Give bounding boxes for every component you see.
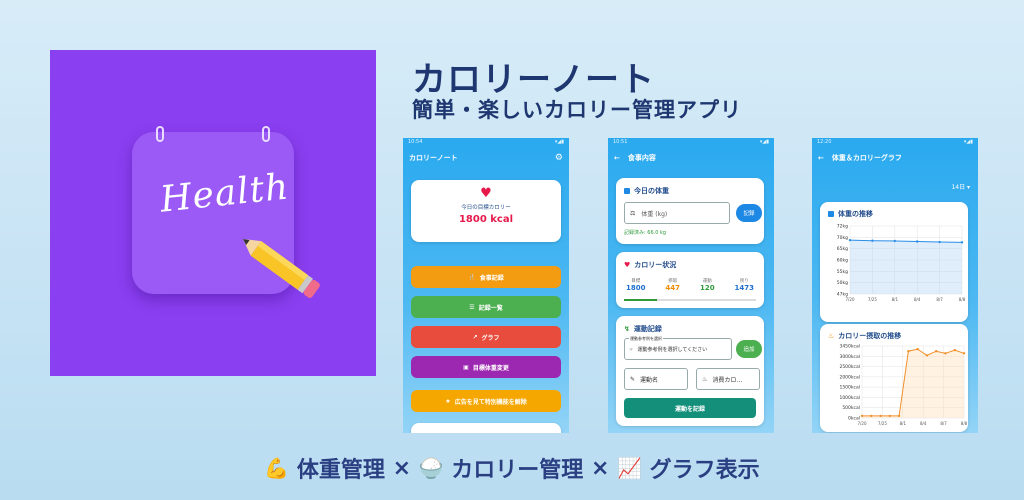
y-tick-label: 500kcal [842,405,860,411]
x-tick-label: 8/4 [914,297,921,302]
weight-chart-card: 体重の推移 72kg 70kg 65kg 60kg 55kg 50kg 47kg 7/20 7/… [820,202,968,322]
y-tick-label: 1000kcal [839,395,860,401]
muscle-icon: 💪 [264,456,290,480]
y-tick-label: 3450kcal [839,344,860,350]
data-point [925,354,929,357]
calorie-chart-card: ♨ カロリー摂取の推移 3450kcal 3000kcal 2500kcal 2000k… [820,324,968,432]
weight-chart: 72kg70kg65kg60kg55kg50kg47kg7/20 7/25 8/1 8… [837,224,966,303]
chart-icon: 📈 [617,456,642,480]
target-weight-button[interactable]: ▣ 目標体重変更 [411,356,561,378]
calorie-progress-bar [624,299,657,301]
fork-icon: 🍴 [468,273,476,281]
data-point [953,348,956,352]
feature-line: 💪 体重管理 × 🍚 カロリー管理 × 📈 グラフ表示 [264,455,760,484]
app-subtitle: 簡単・楽しいカロリー管理アプリ [412,98,742,122]
data-point [907,350,910,353]
data-point [879,414,882,418]
fire-icon: ♨ [702,375,708,383]
pencil-icon: ✎ [630,375,636,383]
y-tick-label: 70kg [837,235,848,241]
data-point [871,239,874,242]
y-tick-label: 65kg [837,246,848,252]
y-tick-label: 72kg [837,224,848,230]
home-title: カロリーノート [409,154,458,162]
heart-icon: ♥ [480,186,492,201]
graph-title: 体重＆カロリーグラフ [831,154,902,162]
y-tick-label: 60kg [837,258,848,264]
exercise-add-button[interactable]: 追加 [736,340,762,358]
fire-icon: ♨ [828,332,835,340]
x-tick-label: 7/20 [846,297,855,302]
x-tick-label: 8/7 [940,421,947,426]
star-icon: ★ [445,397,451,405]
back-arrow-icon[interactable]: ← [614,154,620,162]
data-point [897,414,901,418]
data-point [916,240,919,243]
target-calorie-card: ♥ 今日の目標カロリー 1800 kcal [411,180,561,242]
exercise-submit-button[interactable]: 運動を記録 [624,398,756,418]
range-select[interactable]: 14日 ▾ [951,182,970,191]
y-tick-label: 2000kcal [839,374,860,380]
scale-icon: ⚖ [630,209,636,217]
phone-screen-meal: 10:51 ▾◢▮ ← 食事内容 今日の体重 ⚖ 体重 (kg) 記録 記録済み: 6… [608,138,774,433]
data-point [934,350,938,353]
data-point [848,238,852,242]
x-tick-label: 7/20 [858,421,867,426]
series-area [850,240,962,294]
x-tick-label: 8/4 [920,421,927,426]
x-tick-label: 8/8 [959,297,966,302]
x-tick-label: 8/1 [892,297,899,302]
x-tick-label: 8/1 [900,421,907,426]
graph-icon: ↗ [472,333,478,341]
x-tick-label: 7/25 [878,421,887,426]
y-tick-label: 1500kcal [839,385,860,391]
y-tick-label: 2500kcal [839,364,860,370]
settings-gear-icon[interactable]: ⚙ [555,153,563,163]
y-tick-label: 55kg [837,269,848,275]
data-point [870,414,873,418]
x-tick-label: 8/7 [936,297,943,302]
x-tick-label: 7/25 [868,297,877,302]
data-point [960,241,964,244]
hand-icon: ☞ [629,346,634,353]
y-tick-label: 3000kcal [839,354,860,360]
data-point [893,239,896,243]
phone-screen-graph: 12:20 ▾◢▮ ← 体重＆カロリーグラフ 14日 ▾ 体重の推移 72kg 70k… [812,138,978,433]
ad-unlock-button[interactable]: ★ 広告を見て特別機能を解除 [411,390,561,412]
exercise-name-input[interactable]: ✎ 運動名 [624,368,688,390]
exercise-card: ↯ 運動記録 運動参考例を選択 ☞ 運動参考例を選択してください 追加 ✎ 運動名 ♨… [616,316,764,426]
exercise-kcal-input[interactable]: ♨ 消費カロ… [696,368,760,390]
phone-screen-home: 10:54 ▾◢▮ カロリーノート ⚙ ♥ 今日の目標カロリー 1800 kcal… [403,138,569,433]
meal-record-button[interactable]: 🍴 食事記録 [411,266,561,288]
data-point [944,352,947,355]
calorie-status-card: ♥ カロリー状況 目標 1800 摂取 447 運動 120 残り 1473 [616,252,764,308]
graph-button[interactable]: ↗ グラフ [411,326,561,348]
data-point [860,414,864,418]
data-point [916,347,919,351]
bowl-icon: 🍚 [418,456,444,480]
data-point [962,352,966,355]
x-tick-label: 8/8 [961,421,968,426]
weight-input[interactable]: ⚖ 体重 (kg) [624,202,730,224]
calorie-chart: 3450kcal 3000kcal 2500kcal 2000kcal 1500kcal… [839,344,968,427]
record-list-button[interactable]: ☰ 記録一覧 [411,296,561,318]
run-icon: ↯ [624,325,630,333]
data-point [888,414,892,418]
heart-icon: ♥ [624,261,631,269]
scale-icon: ▣ [463,363,469,371]
data-point [938,240,941,244]
weight-card: 今日の体重 ⚖ 体重 (kg) 記録 記録済み: 66.0 kg [616,178,764,244]
meal-title: 食事内容 [627,154,656,162]
back-arrow-icon[interactable]: ← [818,154,824,162]
list-icon: ☰ [469,303,475,311]
y-tick-label: 50kg [837,280,848,286]
weight-record-button[interactable]: 記録 [736,204,762,222]
exercise-select[interactable]: 運動参考例を選択 ☞ 運動参考例を選択してください [624,336,732,360]
